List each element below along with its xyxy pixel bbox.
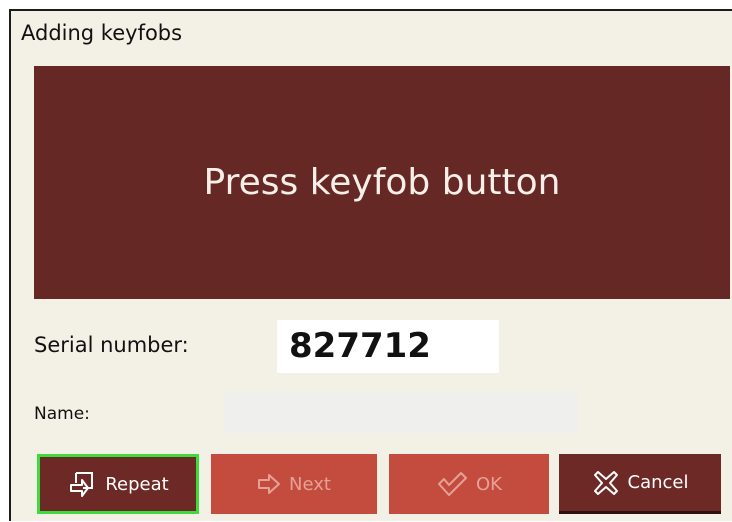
serial-number-value: 827712 (289, 326, 431, 366)
cancel-label: Cancel (627, 472, 689, 493)
prompt-text: Press keyfob button (203, 162, 561, 203)
next-button[interactable]: Next (211, 454, 377, 514)
cancel-x-icon (592, 469, 620, 497)
serial-number-display: 827712 (277, 320, 499, 373)
repeat-icon (67, 469, 97, 499)
name-label: Name: (34, 404, 90, 424)
cancel-button[interactable]: Cancel (559, 454, 721, 514)
name-input[interactable] (224, 392, 578, 433)
ok-label: OK (476, 473, 502, 495)
check-icon (436, 471, 468, 497)
keyfob-dialog: Adding keyfobs Press keyfob button Seria… (9, 9, 732, 521)
ok-button[interactable]: OK (389, 454, 549, 514)
repeat-button[interactable]: Repeat (37, 454, 199, 514)
arrow-right-icon (257, 473, 281, 495)
prompt-banner: Press keyfob button (34, 66, 730, 299)
dialog-title: Adding keyfobs (21, 21, 183, 45)
serial-number-label: Serial number: (34, 333, 189, 357)
repeat-label: Repeat (105, 473, 169, 495)
next-label: Next (289, 473, 331, 495)
